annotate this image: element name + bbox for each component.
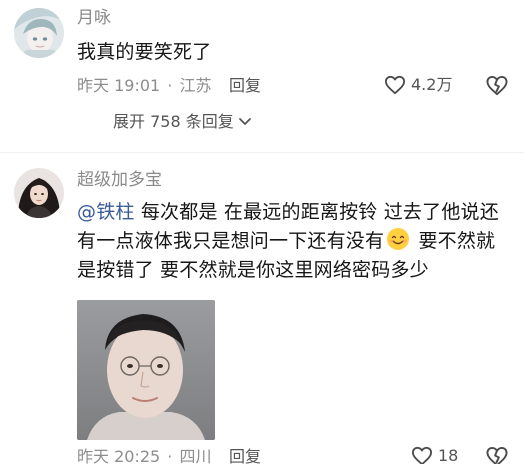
broken-heart-icon[interactable] xyxy=(485,446,509,464)
comment-username[interactable]: 超级加多宝 xyxy=(77,170,162,190)
comment-text: 我真的要笑死了 xyxy=(77,41,212,63)
expand-replies-button[interactable]: 展开 758 条回复 xyxy=(113,112,252,132)
like-button[interactable]: 18 xyxy=(411,446,458,464)
heart-outline-icon xyxy=(411,446,433,464)
comment-text: @铁柱 每次都是 在最远的距离按铃 过去了他说还有一点液体我只是想问一下还有没有… xyxy=(77,198,509,285)
comment-meta: 昨天 19:01 · 江苏 xyxy=(77,76,212,96)
comment-divider xyxy=(0,152,524,153)
comment-username[interactable]: 月咏 xyxy=(77,8,111,28)
comment-time: 昨天 20:25 xyxy=(77,447,161,464)
meta-separator: · xyxy=(167,76,173,95)
reply-button[interactable]: 回复 xyxy=(229,447,261,464)
expand-replies-label: 展开 758 条回复 xyxy=(113,112,234,131)
mention-link[interactable]: @铁柱 xyxy=(77,201,135,223)
meta-separator: · xyxy=(167,447,173,464)
avatar[interactable] xyxy=(14,8,64,58)
heart-outline-icon xyxy=(384,75,406,95)
comment-image[interactable] xyxy=(77,300,215,440)
comment-item: 超级加多宝 @铁柱 每次都是 在最远的距离按铃 过去了他说还有一点液体我只是想问… xyxy=(0,160,524,464)
reply-button[interactable]: 回复 xyxy=(229,76,261,96)
comment-list: 月咏 我真的要笑死了 昨天 19:01 · 江苏 回复 4.2万 展开 758 … xyxy=(0,0,524,464)
comment-location: 四川 xyxy=(179,447,212,464)
comment-time: 昨天 19:01 xyxy=(77,76,161,95)
comment-meta: 昨天 20:25 · 四川 xyxy=(77,447,212,464)
chevron-down-icon xyxy=(238,117,252,127)
like-count: 4.2万 xyxy=(411,75,453,94)
broken-heart-icon[interactable] xyxy=(485,75,509,96)
like-count: 18 xyxy=(438,446,459,464)
smiling-face-emoji xyxy=(386,227,410,251)
like-button[interactable]: 4.2万 xyxy=(384,75,452,95)
comment-item: 月咏 我真的要笑死了 昨天 19:01 · 江苏 回复 4.2万 展开 758 … xyxy=(0,0,524,150)
comment-location: 江苏 xyxy=(179,76,212,95)
avatar[interactable] xyxy=(14,168,64,218)
